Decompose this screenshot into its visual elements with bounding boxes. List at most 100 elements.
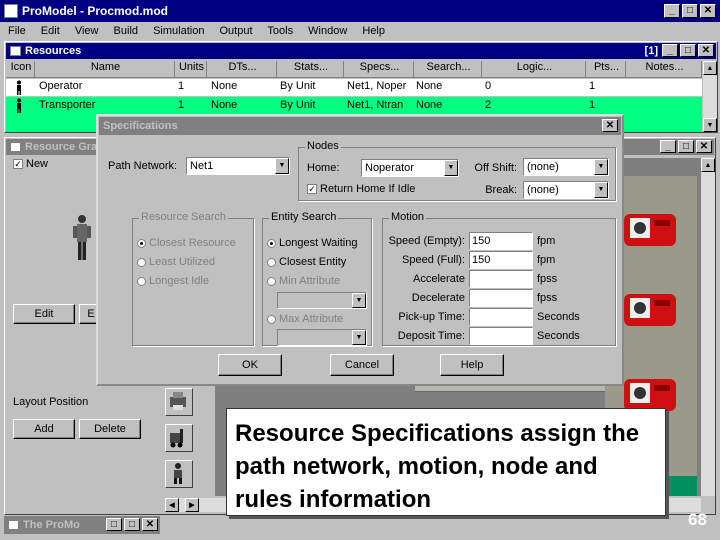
radio-icon[interactable] <box>267 238 276 248</box>
break-dropdown-icon[interactable]: ▼ <box>594 182 608 198</box>
entity-search-group-label: Entity Search <box>269 211 339 223</box>
minimized-restore-icon[interactable]: □ <box>106 518 122 531</box>
home-select[interactable]: Noperator ▼ <box>361 159 459 177</box>
max-attribute-dropdown-icon[interactable]: ▼ <box>352 330 366 345</box>
speed-full-label: Speed (Full): <box>402 254 465 266</box>
menu-build[interactable]: Build <box>114 25 138 37</box>
column-header-units[interactable]: Units <box>175 61 207 78</box>
decelerate-input[interactable] <box>469 289 533 307</box>
menu-file[interactable]: File <box>8 25 26 37</box>
speed-empty-input[interactable]: 150 <box>469 232 533 250</box>
dialog-close-icon[interactable]: ✕ <box>602 119 618 132</box>
resource-search-option[interactable]: Least Utilized <box>137 256 215 268</box>
resources-scrollbar[interactable]: ▲ ▼ <box>703 61 717 132</box>
graphics-maximize-icon[interactable]: □ <box>678 140 694 153</box>
resource-search-option[interactable]: Longest Idle <box>137 275 209 287</box>
add-button[interactable]: Add <box>13 419 75 439</box>
minimized-close-icon[interactable]: ✕ <box>142 518 158 531</box>
column-header-logic[interactable]: Logic... <box>482 61 586 78</box>
new-checkbox-row[interactable]: ✓ New <box>13 158 48 170</box>
accelerate-input[interactable] <box>469 270 533 288</box>
graphic-icon-printer[interactable] <box>165 388 193 416</box>
menu-output[interactable]: Output <box>220 25 253 37</box>
entity-search-option[interactable]: Min Attribute <box>267 275 340 287</box>
deposit-time-input[interactable] <box>469 327 533 345</box>
graphic-icon-forklift[interactable] <box>165 424 193 452</box>
delete-button[interactable]: Delete <box>79 419 141 439</box>
entity-search-option[interactable]: Closest Entity <box>267 256 346 268</box>
layout-scroll-right-icon[interactable]: ▶ <box>185 498 199 512</box>
menu-simulation[interactable]: Simulation <box>153 25 204 37</box>
option-label: Longest Waiting <box>279 237 358 249</box>
menu-window[interactable]: Window <box>308 25 347 37</box>
pickup-time-input[interactable] <box>469 308 533 326</box>
min-attribute-dropdown-icon[interactable]: ▼ <box>352 293 366 308</box>
ok-button[interactable]: OK <box>218 354 282 376</box>
column-header-dts[interactable]: DTs... <box>207 61 277 78</box>
dialog-title-bar: Specifications ✕ <box>99 117 621 135</box>
close-icon[interactable]: ✕ <box>700 4 716 18</box>
machine-icon <box>620 288 680 332</box>
home-dropdown-icon[interactable]: ▼ <box>444 160 458 176</box>
column-header-pts[interactable]: Pts... <box>586 61 626 78</box>
table-row[interactable]: Operator 1 None By Unit Net1, Noper None… <box>6 79 702 96</box>
operator-icon <box>12 80 24 95</box>
column-header-name[interactable]: Name <box>35 61 175 78</box>
radio-icon[interactable] <box>137 257 146 267</box>
layout-scroll-left-icon[interactable]: ◀ <box>165 498 179 512</box>
graphics-icon-column <box>161 386 199 494</box>
min-attribute-select[interactable]: ▼ <box>277 292 367 309</box>
entity-search-option[interactable]: Longest Waiting <box>267 237 357 249</box>
radio-icon[interactable] <box>267 314 276 324</box>
column-header-notes[interactable]: Notes... <box>626 61 702 78</box>
max-attribute-select[interactable]: ▼ <box>277 329 367 346</box>
off-shift-dropdown-icon[interactable]: ▼ <box>594 159 608 175</box>
maximize-icon[interactable]: □ <box>682 4 698 18</box>
cancel-button[interactable]: Cancel <box>330 354 394 376</box>
return-home-checkbox[interactable]: ✓ <box>307 184 317 195</box>
minimized-maximize-icon[interactable]: □ <box>124 518 140 531</box>
menu-edit[interactable]: Edit <box>41 25 60 37</box>
menu-help[interactable]: Help <box>362 25 385 37</box>
edit-button[interactable]: Edit <box>13 304 75 324</box>
entity-search-option[interactable]: Max Attribute <box>267 313 343 325</box>
column-header-icon[interactable]: Icon <box>6 61 35 78</box>
menu-tools[interactable]: Tools <box>267 25 293 37</box>
layout-scroll-up-icon[interactable]: ▲ <box>701 158 715 172</box>
column-header-stats[interactable]: Stats... <box>277 61 344 78</box>
path-network-dropdown-icon[interactable]: ▼ <box>275 158 289 174</box>
resource-search-group: Resource Search Closest Resource Least U… <box>132 211 254 346</box>
column-header-search[interactable]: Search... <box>414 61 482 78</box>
resources-maximize-icon[interactable]: □ <box>680 44 696 57</box>
dialog-title: Specifications <box>103 120 178 132</box>
graphics-minimize-icon[interactable]: _ <box>660 140 676 153</box>
transporter-icon <box>12 98 24 113</box>
radio-icon[interactable] <box>137 238 146 248</box>
resource-search-option[interactable]: Closest Resource <box>137 237 236 249</box>
return-home-row[interactable]: ✓ Return Home If Idle <box>307 183 415 195</box>
menu-view[interactable]: View <box>75 25 99 37</box>
radio-icon[interactable] <box>267 257 276 267</box>
graphics-close-icon[interactable]: ✕ <box>696 140 712 153</box>
path-network-select[interactable]: Net1 ▼ <box>186 157 290 175</box>
help-button[interactable]: Help <box>440 354 504 376</box>
minimize-icon[interactable]: _ <box>664 4 680 18</box>
column-header-specs[interactable]: Specs... <box>344 61 414 78</box>
off-shift-select[interactable]: (none) ▼ <box>523 158 609 176</box>
scroll-up-icon[interactable]: ▲ <box>703 61 717 75</box>
speed-empty-label: Speed (Empty): <box>388 235 465 247</box>
option-label: Closest Entity <box>279 256 347 268</box>
minimized-window[interactable]: The ProMo □ □ ✕ <box>4 516 160 534</box>
scroll-down-icon[interactable]: ▼ <box>703 118 717 132</box>
layout-vertical-scrollbar[interactable]: ▲ <box>701 158 715 496</box>
break-select[interactable]: (none) ▼ <box>523 181 609 199</box>
speed-full-input[interactable]: 150 <box>469 251 533 269</box>
radio-icon[interactable] <box>137 276 146 286</box>
pickup-time-unit: Seconds <box>537 311 580 323</box>
radio-icon[interactable] <box>267 276 276 286</box>
resources-minimize-icon[interactable]: _ <box>662 44 678 57</box>
graphic-icon-worker[interactable] <box>165 460 193 488</box>
new-checkbox[interactable]: ✓ <box>13 159 23 170</box>
resources-close-icon[interactable]: ✕ <box>698 44 714 57</box>
nodes-group: Nodes Home: Noperator ▼ ✓ Return Home If … <box>298 140 616 201</box>
